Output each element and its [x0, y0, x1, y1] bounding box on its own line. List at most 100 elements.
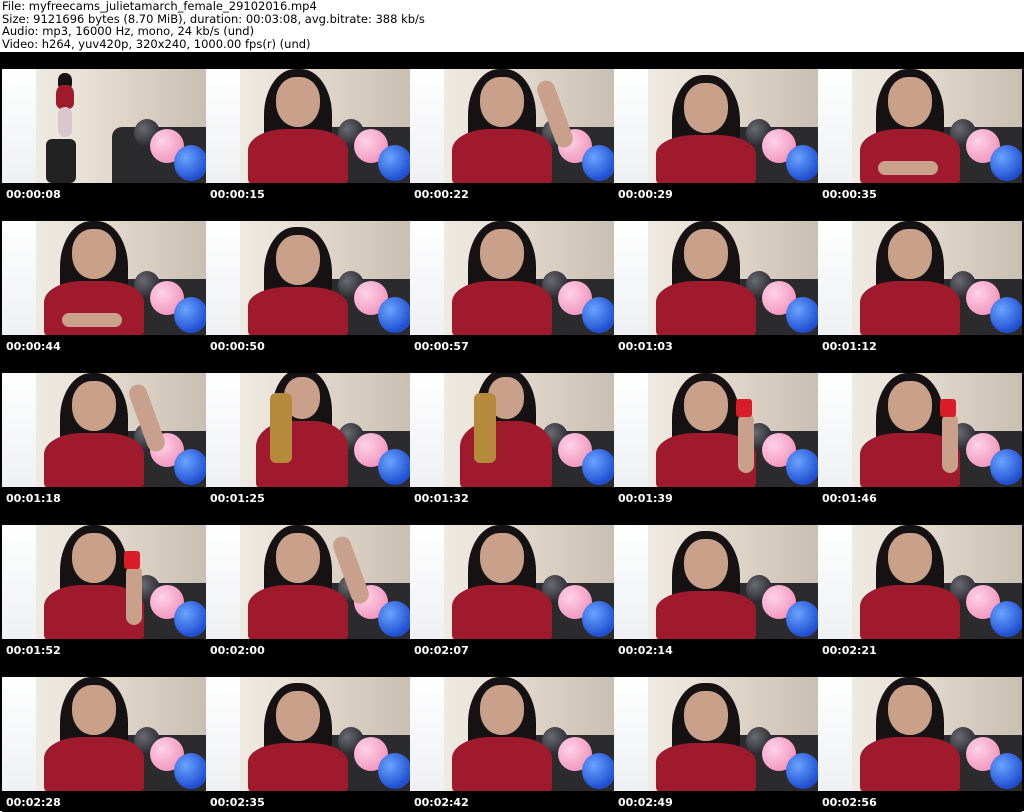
balloon	[990, 753, 1022, 789]
thumbnail-timestamp: 00:00:35	[822, 188, 877, 201]
thumbnail-timestamp: 00:00:08	[6, 188, 61, 201]
video-thumbnail: 00:00:57	[410, 204, 614, 356]
balloon	[174, 297, 206, 333]
red-shirt	[248, 287, 348, 335]
thumbnail-frame	[206, 677, 410, 791]
video-thumbnail: 00:02:35	[206, 660, 410, 812]
thumbnail-timestamp: 00:01:25	[210, 492, 265, 505]
person-face	[72, 229, 116, 279]
person-face	[72, 685, 116, 735]
person-face	[888, 381, 932, 431]
balloon	[786, 449, 818, 485]
balloon	[378, 753, 410, 789]
video-thumbnail: 00:00:15	[206, 52, 410, 204]
red-shirt	[860, 281, 960, 335]
person-face	[684, 691, 728, 741]
video-thumbnail: 00:02:28	[2, 660, 206, 812]
red-shirt	[44, 737, 144, 791]
thumbnail-frame	[2, 221, 206, 335]
video-thumbnail: 00:01:25	[206, 356, 410, 508]
thumbnail-timestamp: 00:02:21	[822, 644, 877, 657]
person-face	[480, 229, 524, 279]
person-face	[72, 381, 116, 431]
video-thumbnail: 00:00:08	[2, 52, 206, 204]
red-shirt	[248, 743, 348, 791]
thumbnail-frame	[410, 221, 614, 335]
thumbnail-timestamp: 00:01:32	[414, 492, 469, 505]
window-curtain	[2, 373, 36, 487]
thumbnail-timestamp: 00:02:28	[6, 796, 61, 809]
thumbnail-timestamp: 00:01:52	[6, 644, 61, 657]
thumbnail-timestamp: 00:02:14	[618, 644, 673, 657]
thumbnail-timestamp: 00:02:49	[618, 796, 673, 809]
thumbnail-frame	[614, 373, 818, 487]
arm-holding-cup	[738, 413, 754, 473]
video-thumbnail: 00:00:44	[2, 204, 206, 356]
thumbnail-frame	[614, 221, 818, 335]
red-cup	[940, 399, 956, 417]
hands-with-phone	[878, 161, 938, 175]
thumbnail-frame	[818, 373, 1022, 487]
balloon	[990, 449, 1022, 485]
balloon	[786, 145, 818, 181]
arm-holding-cup	[942, 413, 958, 473]
window-curtain	[614, 525, 648, 639]
red-shirt	[860, 737, 960, 791]
person-face	[480, 533, 524, 583]
thumbnail-frame	[2, 373, 206, 487]
video-thumbnail: 00:02:07	[410, 508, 614, 660]
window-curtain	[818, 373, 852, 487]
window-curtain	[818, 525, 852, 639]
window-curtain	[206, 677, 240, 791]
thumbnail-timestamp: 00:01:18	[6, 492, 61, 505]
thumbnail-frame	[818, 525, 1022, 639]
red-shirt	[452, 281, 552, 335]
thumbnail-timestamp: 00:02:56	[822, 796, 877, 809]
thumbnail-timestamp: 00:01:03	[618, 340, 673, 353]
red-shirt	[452, 737, 552, 791]
person-face	[684, 381, 728, 431]
window-curtain	[614, 221, 648, 335]
person-shirt	[56, 85, 74, 109]
thumbnail-frame	[206, 525, 410, 639]
person-face	[888, 685, 932, 735]
red-cup	[736, 399, 752, 417]
thumbnail-frame	[818, 69, 1022, 183]
thumbnail-frame	[818, 221, 1022, 335]
window-curtain	[410, 373, 444, 487]
balloon	[582, 449, 614, 485]
balloon	[174, 601, 206, 637]
balloon	[786, 753, 818, 789]
thumbnail-timestamp: 00:00:50	[210, 340, 265, 353]
window-curtain	[2, 677, 36, 791]
red-shirt	[248, 585, 348, 639]
window-curtain	[410, 221, 444, 335]
thumbnail-timestamp: 00:02:35	[210, 796, 265, 809]
balloon	[582, 145, 614, 181]
person-legs	[58, 107, 72, 137]
person-face	[72, 533, 116, 583]
thumbnail-frame	[206, 221, 410, 335]
red-shirt	[860, 585, 960, 639]
thumbnail-grid: 00:00:08 00:00:15 00:00:22 00:00:29 00:00:35…	[0, 52, 1024, 812]
video-thumbnail: 00:01:39	[614, 356, 818, 508]
thumbnail-timestamp: 00:02:42	[414, 796, 469, 809]
balloon	[378, 449, 410, 485]
red-shirt	[452, 585, 552, 639]
video-thumbnail: 00:02:42	[410, 660, 614, 812]
window-curtain	[614, 69, 648, 183]
red-shirt	[656, 743, 756, 791]
person-face	[276, 691, 320, 741]
thumbnail-timestamp: 00:00:15	[210, 188, 265, 201]
red-cup	[124, 551, 140, 569]
video-thumbnail: 00:01:52	[2, 508, 206, 660]
balloon	[174, 753, 206, 789]
thumbnail-frame	[206, 373, 410, 487]
thumbnail-frame	[410, 677, 614, 791]
thumbnail-frame	[410, 525, 614, 639]
thumbnail-timestamp: 00:01:39	[618, 492, 673, 505]
thumbnail-timestamp: 00:02:00	[210, 644, 265, 657]
thumbnail-timestamp: 00:02:07	[414, 644, 469, 657]
thumbnail-frame	[2, 525, 206, 639]
person-face	[480, 685, 524, 735]
